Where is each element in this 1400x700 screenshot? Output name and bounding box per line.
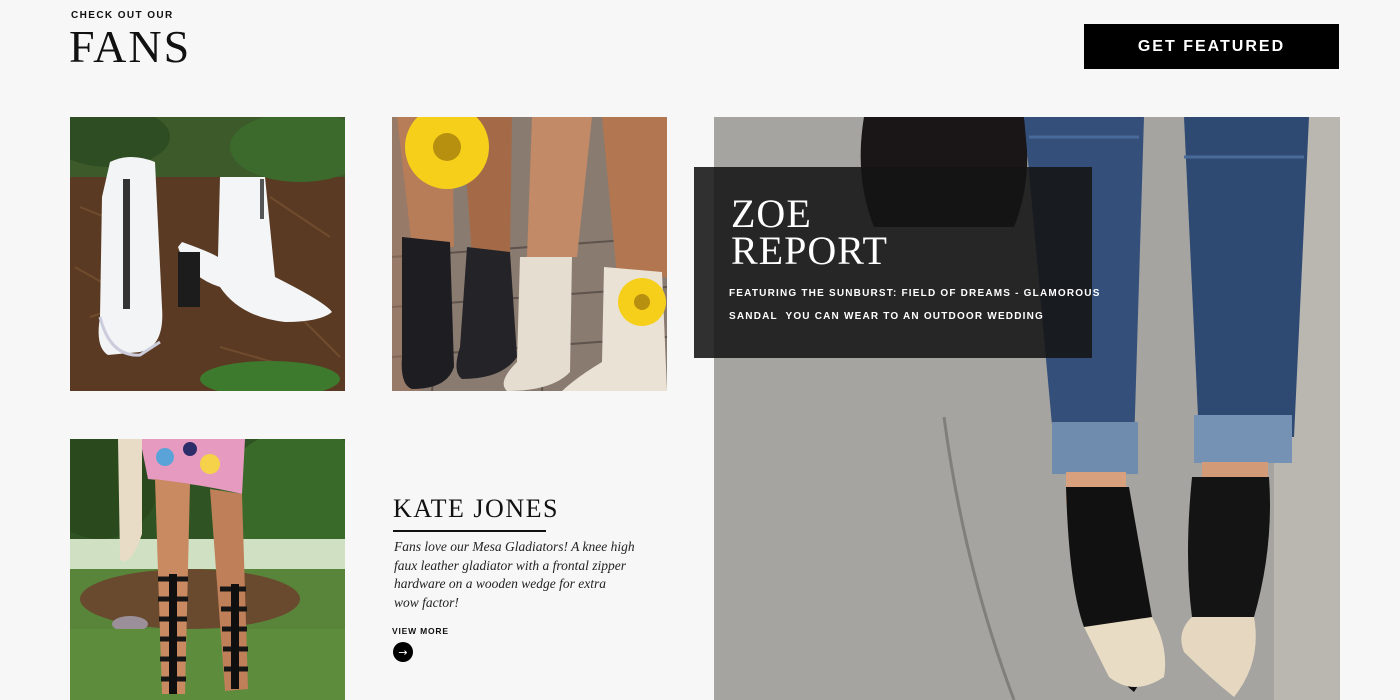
fan-photo-white-booties[interactable] <box>70 117 345 391</box>
section-kicker: CHECK OUT OUR <box>71 10 174 21</box>
feature-caption-line-1: FEATURING THE SUNBURST: FIELD OF DREAMS … <box>729 288 1101 299</box>
fan-description: Fans love our Mesa Gladiators! A knee hi… <box>394 538 659 612</box>
fan-description-line: wow factor! <box>394 594 459 610</box>
fan-name: KATE JONES <box>393 494 559 523</box>
get-featured-button[interactable]: GET FEATURED <box>1084 24 1339 69</box>
feature-title-line-1: ZOE <box>731 191 812 236</box>
feature-title-line-2: REPORT <box>731 228 888 273</box>
fan-description-line: faux leather gladiator with a frontal zi… <box>394 557 626 573</box>
fan-photo-gladiator-sandals[interactable] <box>70 439 345 700</box>
fan-name-divider <box>393 530 546 532</box>
fans-page: CHECK OUT OUR FANS GET FEATURED ZOE REPO… <box>0 0 1400 700</box>
feature-overlay[interactable]: ZOE REPORT FEATURING THE SUNBURST: FIELD… <box>694 167 1099 358</box>
arrow-right-icon[interactable]: → <box>393 642 413 662</box>
feature-title: ZOE REPORT <box>731 191 1031 273</box>
view-more-link[interactable]: VIEW MORE <box>392 626 449 636</box>
fan-description-line: Fans love our Mesa Gladiators! A knee hi… <box>394 539 635 554</box>
fan-description-line: hardware on a wooden wedge for extra <box>394 576 606 591</box>
fan-photo-lace-up-boots[interactable] <box>392 117 667 391</box>
feature-caption-line-2: SANDAL YOU CAN WEAR TO AN OUTDOOR WEDDIN… <box>729 311 1045 322</box>
page-title: FANS <box>69 21 192 72</box>
